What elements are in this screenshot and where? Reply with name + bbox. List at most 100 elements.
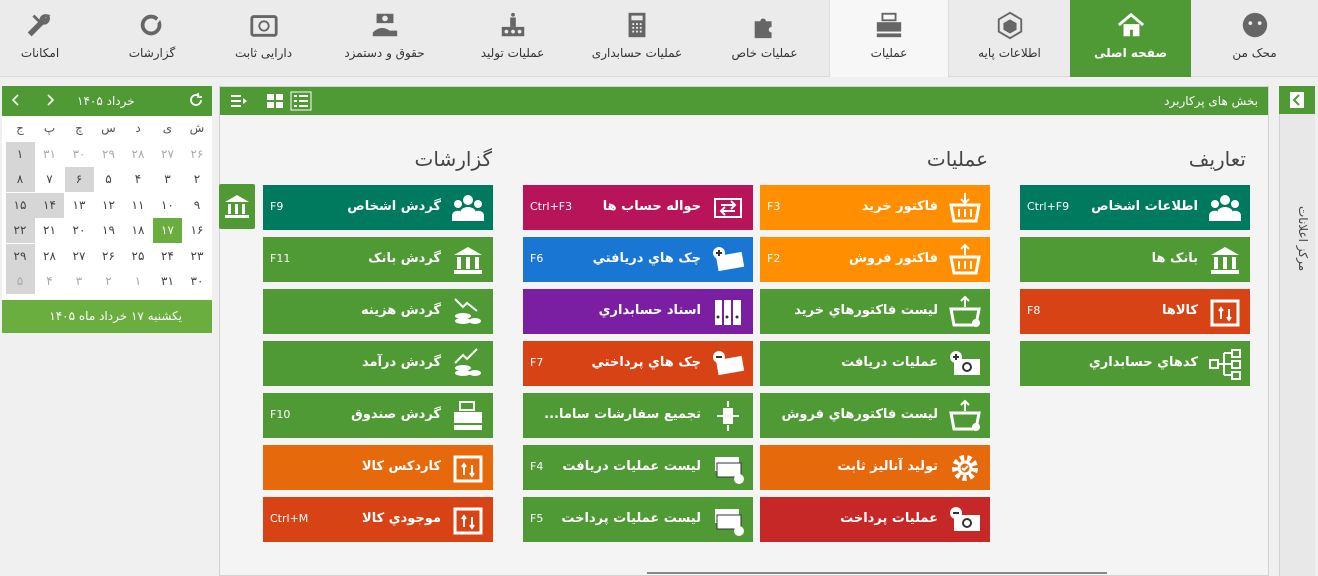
tile-label: کالاها — [1161, 303, 1198, 318]
tile-operations2-6[interactable]: لیست عملیات دریافت F4 — [523, 445, 753, 490]
scroll-right-button[interactable] — [219, 184, 255, 229]
tile-label: حواله حساب ها — [602, 199, 701, 214]
tile-definitions-4[interactable]: کدهاي حسابداري — [1020, 341, 1250, 386]
calendar-day[interactable]: ۲۸ — [124, 142, 153, 167]
shortcut-key: F5 — [530, 512, 544, 525]
notification-center-panel[interactable]: مرکز اعلانات — [1279, 86, 1315, 576]
calendar-day[interactable]: ۱ — [5, 141, 35, 167]
tile-definitions-3[interactable]: کالاها F8 — [1020, 289, 1250, 334]
notification-toggle-button[interactable] — [1279, 86, 1315, 114]
nav-item-2[interactable]: گزارشات — [95, 0, 209, 77]
calendar-day[interactable]: ۲۶ — [94, 244, 123, 269]
calendar-day[interactable]: ۱۶ — [183, 218, 212, 243]
calendar-day[interactable]: ۱۳ — [65, 193, 94, 218]
tile-reports-1[interactable]: گردش اشخاص F9 — [263, 185, 493, 230]
tile-operations1-5[interactable]: لیست فاکتورهاي فروش — [760, 393, 990, 438]
calendar-day[interactable]: ۱۰ — [153, 193, 182, 218]
cash-out-icon — [950, 507, 980, 531]
calendar-day[interactable]: ۱۱ — [124, 193, 153, 218]
calendar-day[interactable]: ۳۱ — [35, 142, 64, 167]
nav-item-11[interactable]: محک من — [1191, 0, 1318, 77]
tile-reports-4[interactable]: گردش درآمد — [263, 341, 493, 386]
calendar-day[interactable]: ۳۰ — [65, 142, 94, 167]
nav-item-9[interactable]: اطلاعات پایه — [949, 0, 1070, 77]
tile-operations1-2[interactable]: فاکتور فروش F2 — [760, 237, 990, 282]
calendar-day[interactable]: ۲۵ — [124, 244, 153, 269]
calendar-day[interactable]: ۲۹ — [5, 243, 35, 269]
calendar-day[interactable]: ۲۷ — [153, 142, 182, 167]
chevron-right-icon[interactable] — [42, 92, 58, 108]
nav-item-label: گزارشات — [128, 46, 176, 60]
tile-label: تولید آنالیز ثابت — [837, 459, 938, 474]
nav-item-3[interactable]: دارایی ثابت — [209, 0, 318, 77]
calendar-day[interactable]: ۴ — [35, 269, 64, 294]
calendar-day[interactable]: ۵ — [94, 167, 123, 192]
refresh-icon[interactable] — [188, 92, 204, 108]
calendar-day[interactable]: ۹ — [183, 193, 212, 218]
calendar-day[interactable]: ۲۹ — [94, 142, 123, 167]
calendar-day[interactable]: ۲۲ — [5, 218, 35, 243]
tile-reports-5[interactable]: گردش صندوق F10 — [263, 393, 493, 438]
tile-operations1-6[interactable]: تولید آنالیز ثابت — [760, 445, 990, 490]
calendar-day[interactable]: ۳ — [65, 269, 94, 294]
tile-definitions-2[interactable]: بانک ها — [1020, 237, 1250, 282]
calendar-day[interactable]: ۲ — [94, 269, 123, 294]
calendar-day[interactable]: ۲ — [183, 167, 212, 192]
tile-operations2-5[interactable]: تجمیع سفارشات ساما... — [523, 393, 753, 438]
grid-view-icon[interactable] — [264, 91, 286, 111]
tile-label: فاکتور خرید — [861, 199, 938, 214]
nav-item-4[interactable]: حقوق و دستمزد — [318, 0, 451, 77]
calendar-day[interactable]: ۲۸ — [35, 244, 64, 269]
tile-reports-3[interactable]: گردش هزینه — [263, 289, 493, 334]
calendar-day[interactable]: ۱ — [124, 269, 153, 294]
tile-operations1-4[interactable]: عملیات دریافت — [760, 341, 990, 386]
tile-operations1-1[interactable]: فاکتور خرید F3 — [760, 185, 990, 230]
calendar-day[interactable]: ۵ — [5, 269, 35, 294]
tile-operations2-2[interactable]: چک هاي دریافتي F6 — [523, 237, 753, 282]
nav-item-10[interactable]: صفحه اصلی — [1070, 0, 1191, 77]
horizontal-scrollbar[interactable] — [647, 572, 1107, 574]
calendar-day[interactable]: ۱۸ — [124, 218, 153, 243]
list-view-icon[interactable] — [290, 91, 312, 111]
tile-operations2-3[interactable]: اسناد حسابداري — [523, 289, 753, 334]
calendar-day[interactable]: ۲۷ — [65, 244, 94, 269]
calendar-day[interactable]: ۴ — [124, 167, 153, 192]
tile-operations1-3[interactable]: لیست فاکتورهاي خرید — [760, 289, 990, 334]
tile-operations2-7[interactable]: لیست عملیات پرداخت F5 — [523, 497, 753, 542]
chevron-left-icon[interactable] — [8, 92, 24, 108]
calendar-day[interactable]: ۲۰ — [65, 218, 94, 243]
calendar-day[interactable]: ۱۴ — [35, 192, 64, 218]
move-icon[interactable] — [228, 91, 250, 111]
nav-item-8[interactable]: عملیات — [829, 0, 949, 77]
calendar-day[interactable]: ۱۲ — [94, 193, 123, 218]
shortcut-key: F11 — [270, 252, 291, 265]
calendar-day[interactable]: ۳ — [153, 167, 182, 192]
calendar-day[interactable]: ۲۶ — [183, 142, 212, 167]
tile-reports-7[interactable]: موجودي کالا Ctrl+M — [263, 497, 493, 542]
calendar-day[interactable]: ۷ — [35, 167, 64, 192]
tile-operations1-7[interactable]: عملیات پرداخت — [760, 497, 990, 542]
calendar-day[interactable]: ۲۱ — [35, 218, 64, 243]
tile-operations2-4[interactable]: چک هاي پرداختي F7 — [523, 341, 753, 386]
calendar-day[interactable]: ۱۹ — [94, 218, 123, 243]
calendar-day[interactable]: ۲۴ — [153, 244, 182, 269]
nav-item-1[interactable]: امکانات — [0, 0, 100, 77]
tile-definitions-1[interactable]: اطلاعات اشخاص Ctrl+F9 — [1020, 185, 1250, 230]
tile-reports-6[interactable]: کاردکس کالا — [263, 445, 493, 490]
calendar-day[interactable]: ۲۳ — [183, 244, 212, 269]
weekday-label: د — [135, 121, 141, 135]
nav-item-5[interactable]: عملیات تولید — [451, 0, 574, 77]
tile-reports-2[interactable]: گردش بانک F11 — [263, 237, 493, 282]
calendar-day[interactable]: ۱۵ — [5, 192, 35, 218]
nav-item-7[interactable]: عملیات خاص — [700, 0, 829, 77]
tile-operations2-1[interactable]: حواله حساب ها Ctrl+F3 — [523, 185, 753, 230]
calendar-day[interactable]: ۱۷ — [153, 218, 182, 243]
nav-item-6[interactable]: عملیات حسابداری — [574, 0, 700, 77]
calculator-icon — [628, 12, 646, 38]
coins-down-icon — [454, 298, 481, 324]
calendar-day[interactable]: ۸ — [5, 167, 35, 192]
calendar-day[interactable]: ۶ — [64, 167, 94, 192]
calendar-day[interactable]: ۳۱ — [153, 269, 182, 294]
calendar-grid: ش ی د س چ پ ج ۲۶ ۲۷ ۲۸ ۲۹ ۳۰ ۳۱ ۱ ۲ ۳ ۴ ۵ ۶ ۷ ۸ ۹ ۱۰ ۱۱ ۱۲ ۱۳ ۱۴ ۱۵… — [2, 116, 212, 298]
calendar-day[interactable]: ۳۰ — [183, 269, 212, 294]
